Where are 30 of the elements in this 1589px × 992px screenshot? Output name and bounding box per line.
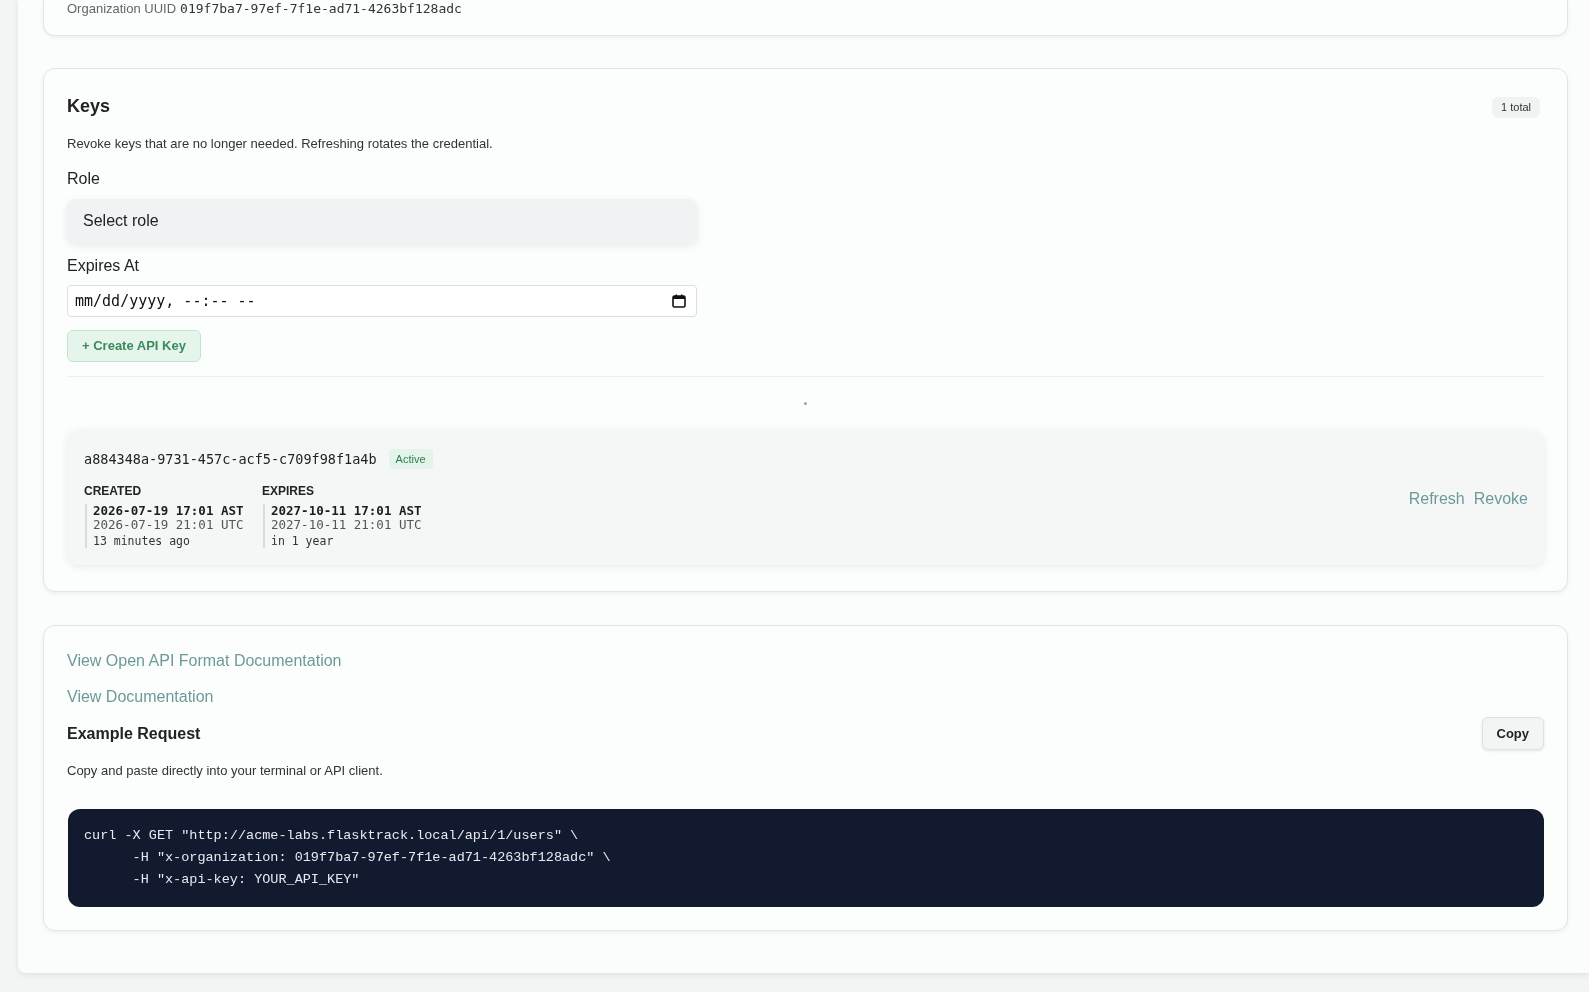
keys-title: Keys bbox=[67, 94, 111, 118]
documentation-link[interactable]: View Open API Format Documentation bbox=[67, 651, 342, 671]
relative-time: in 1 year bbox=[271, 534, 335, 548]
copy-button[interactable]: Copy bbox=[1481, 717, 1544, 750]
expires-at-label: Expires At bbox=[67, 256, 140, 276]
organization-uuid-label: Organization UUID bbox=[67, 1, 177, 17]
relative-time: 13 minutes ago bbox=[93, 534, 191, 548]
create-api-key-button[interactable]: + Create API Key bbox=[67, 330, 201, 362]
api-key-id: a884348a-9731-457c-acf5-c709f98f1a4b bbox=[84, 450, 377, 469]
key-action-link[interactable]: Refresh bbox=[1408, 488, 1465, 509]
date-time-field[interactable]: mm/dd/yyyy, --:-- -- bbox=[67, 285, 697, 317]
date-heading: CREATED bbox=[84, 483, 142, 499]
total-count: 1 total bbox=[1492, 97, 1540, 118]
local-time: 2027-10-11 17:01 AST bbox=[271, 504, 422, 518]
status-badge: Active bbox=[388, 449, 433, 469]
keys-description: Revoke keys that are no longer needed. Refreshing rotates the credential. bbox=[67, 135, 494, 153]
key-action-link[interactable]: Revoke bbox=[1473, 488, 1528, 509]
utc-time: 2026-07-19 21:01 UTC bbox=[93, 518, 244, 532]
local-time: 2026-07-19 17:01 AST bbox=[93, 504, 244, 518]
role-select[interactable]: Select role bbox=[67, 199, 697, 243]
documentation-link[interactable]: View Documentation bbox=[67, 687, 214, 707]
utc-time: 2027-10-11 21:01 UTC bbox=[271, 518, 422, 532]
example-request-title: Example Request bbox=[67, 723, 201, 744]
calendar-icon[interactable] bbox=[672, 294, 686, 308]
code-block: curl -X GET "http://acme-labs.flasktrack.local/api/1/users" \ -H "x-organization: 019f7ba7-97ef-7f1e-ad71-4263bf128adc" \ -H "x-api-key: YOUR_API_KEY" bbox=[68, 809, 1544, 907]
date-time-placeholder: mm/dd/yyyy, --:-- -- bbox=[75, 290, 256, 312]
example-description: Copy and paste directly into your terminal or API client. bbox=[67, 762, 384, 780]
date-heading: EXPIRES bbox=[262, 483, 315, 499]
organization-uuid: 019f7ba7-97ef-7f1e-ad71-4263bf128adc bbox=[180, 1, 462, 17]
role-label: Role bbox=[67, 169, 100, 189]
